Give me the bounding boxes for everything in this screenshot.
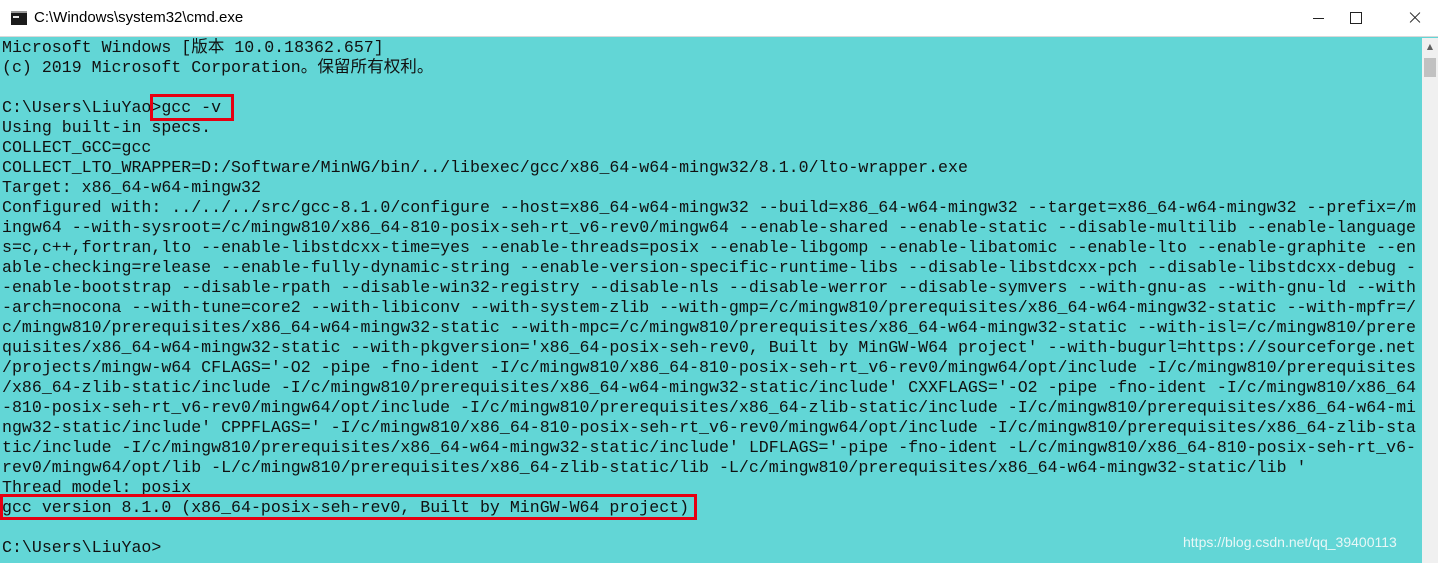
console-line: able-checking=release --enable-fully-dyn… xyxy=(2,258,1417,277)
cmd-window: C:\Windows\system32\cmd.exe Microsoft Wi… xyxy=(0,0,1438,563)
vertical-scrollbar[interactable]: ▲ xyxy=(1422,38,1438,563)
maximize-button[interactable] xyxy=(1333,0,1379,36)
console-line: quisites/x86_64-w64-mingw32-static --wit… xyxy=(2,338,1417,357)
console-line: /projects/mingw-w64 CFLAGS='-O2 -pipe -f… xyxy=(2,358,1417,377)
console-line: COLLECT_GCC=gcc xyxy=(2,138,152,157)
version-highlight-box xyxy=(0,494,697,520)
title-bar[interactable]: C:\Windows\system32\cmd.exe xyxy=(0,0,1438,37)
console-line: -enable-bootstrap --disable-rpath --disa… xyxy=(2,278,1417,297)
console-line: Configured with: ../../../src/gcc-8.1.0/… xyxy=(2,198,1417,217)
window-title: C:\Windows\system32\cmd.exe xyxy=(34,9,244,26)
watermark-text: https://blog.csdn.net/qq_39400113 xyxy=(1183,534,1397,550)
scroll-thumb[interactable] xyxy=(1424,58,1436,77)
minimize-icon xyxy=(1313,18,1324,19)
console-line: ngw32-static/include' CPPFLAGS=' -I/c/mi… xyxy=(2,418,1417,437)
console-line: COLLECT_LTO_WRAPPER=D:/Software/MinWG/bi… xyxy=(2,158,968,177)
console-line: Microsoft Windows [版本 10.0.18362.657] xyxy=(2,38,384,57)
close-button[interactable] xyxy=(1392,0,1438,36)
scroll-up-icon[interactable]: ▲ xyxy=(1422,38,1438,55)
console-line: c/mingw810/prerequisites/x86_64-w64-ming… xyxy=(2,318,1417,337)
command-highlight-box xyxy=(150,94,234,121)
maximize-icon xyxy=(1350,12,1362,24)
console-line: ingw64 --with-sysroot=/c/mingw810/x86_64… xyxy=(2,218,1417,237)
console-line: s=c,c++,fortran,lto --enable-libstdcxx-t… xyxy=(2,238,1417,257)
console-line: /x86_64-zlib-static/include -I/c/mingw81… xyxy=(2,378,1417,397)
console-output[interactable]: Microsoft Windows [版本 10.0.18362.657] (c… xyxy=(0,38,1422,563)
console-line: C:\Users\LiuYao> xyxy=(2,538,162,557)
console-line: rev0/mingw64/opt/lib -L/c/mingw810/prere… xyxy=(2,458,1307,477)
console-line: -arch=nocona --with-tune=core2 --with-li… xyxy=(2,298,1417,317)
console-line: -810-posix-seh-rt_v6-rev0/mingw64/opt/in… xyxy=(2,398,1417,417)
console-line: (c) 2019 Microsoft Corporation。保留所有权利。 xyxy=(2,58,434,77)
console-line: tic/include -I/c/mingw810/prerequisites/… xyxy=(2,438,1417,457)
console-line: Target: x86_64-w64-mingw32 xyxy=(2,178,261,197)
cmd-icon[interactable] xyxy=(11,11,27,25)
console-line: Using built-in specs. xyxy=(2,118,212,137)
